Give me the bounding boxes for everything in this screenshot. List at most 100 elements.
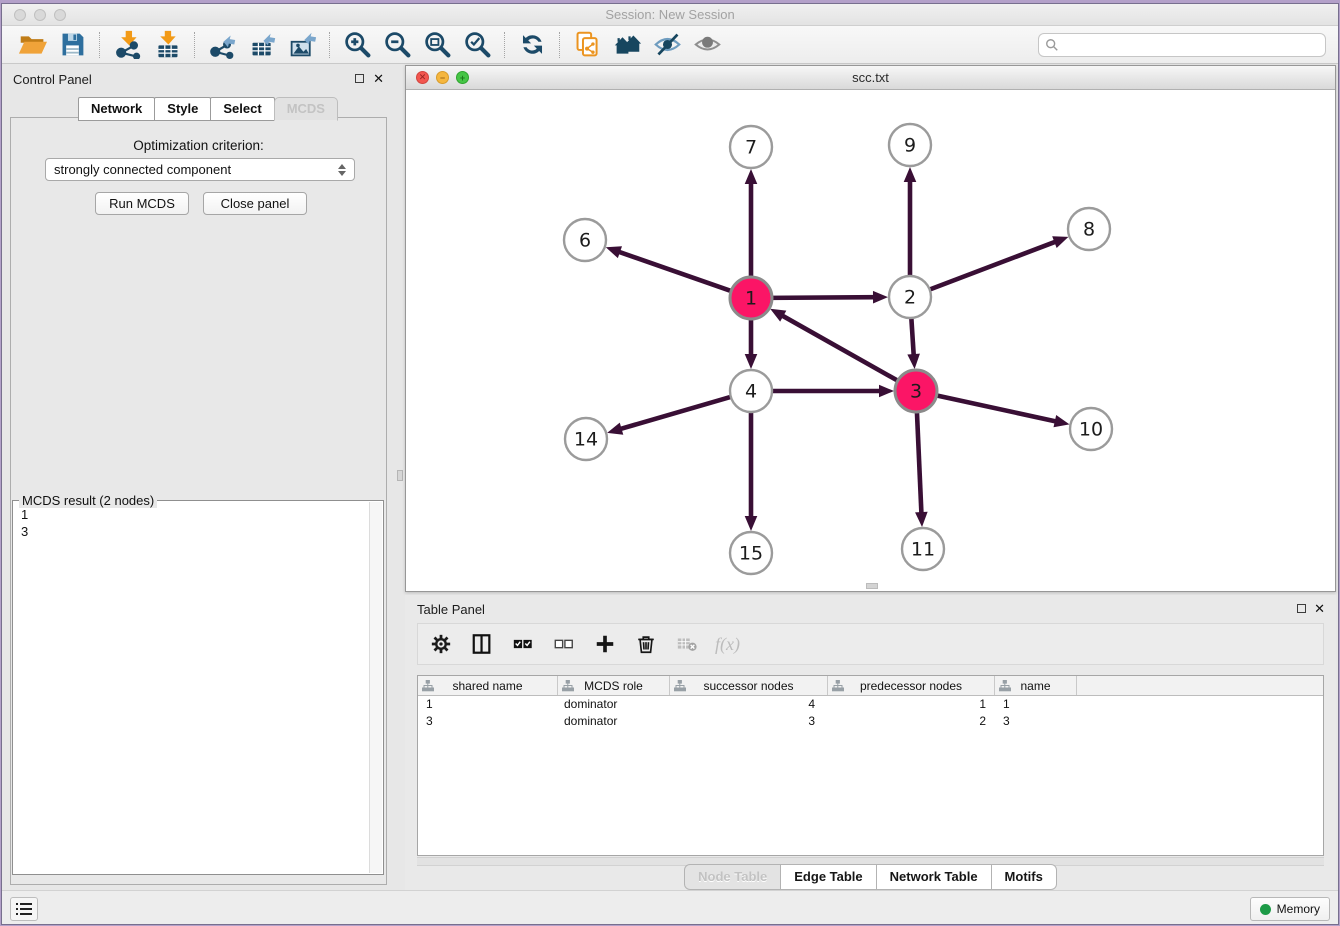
tab-network[interactable]: Network (78, 97, 155, 121)
table-row[interactable]: 3dominator323 (418, 713, 1323, 730)
tab-select[interactable]: Select (210, 97, 274, 121)
network-canvas[interactable]: 7968124314101511 (406, 90, 1335, 591)
delete-row-button[interactable] (633, 631, 659, 657)
zoom-selected-button[interactable] (457, 29, 497, 61)
edge-3-1[interactable] (781, 315, 899, 381)
unselect-all-button[interactable] (551, 631, 577, 657)
result-scrollbar[interactable] (369, 502, 382, 873)
cell-mcds-role[interactable]: dominator (558, 713, 670, 730)
tab-mcds[interactable]: MCDS (274, 97, 338, 121)
cell-successor-nodes[interactable]: 3 (670, 713, 828, 730)
node-label-8: 8 (1083, 219, 1095, 241)
panel-splitter[interactable] (395, 64, 405, 890)
cell-name[interactable]: 1 (995, 696, 1077, 713)
arrowhead-2-8 (1052, 236, 1068, 248)
table-row[interactable]: 1dominator411 (418, 696, 1323, 713)
plus-icon (594, 633, 616, 655)
edge-1-6[interactable] (618, 252, 733, 292)
close-panel-button[interactable]: Close panel (203, 192, 307, 215)
refresh-button[interactable] (512, 29, 552, 61)
edge-1-2[interactable] (770, 297, 875, 298)
column-header-name[interactable]: name (995, 676, 1077, 695)
show-columns-button[interactable] (469, 631, 495, 657)
import-table-button[interactable] (147, 29, 187, 61)
export-image-button[interactable] (282, 29, 322, 61)
zoom-fit-button[interactable] (417, 29, 457, 61)
save-button[interactable] (52, 29, 92, 61)
trash-icon (635, 633, 657, 655)
export-table-button[interactable] (242, 29, 282, 61)
tab-style[interactable]: Style (154, 97, 211, 121)
float-window-icon[interactable] (1297, 604, 1306, 613)
column-header-mcds-role[interactable]: MCDS role (558, 676, 670, 695)
close-icon[interactable]: ✕ (1314, 602, 1325, 615)
memory-status-dot-icon (1260, 904, 1271, 915)
task-history-button[interactable] (10, 897, 38, 921)
toolbar-separator (559, 32, 560, 58)
tab-motifs[interactable]: Motifs (991, 864, 1057, 890)
cell-mcds-role[interactable]: dominator (558, 696, 670, 713)
splitter-grip-icon[interactable] (397, 470, 403, 481)
network-window-titlebar[interactable]: ✕ − + scc.txt (406, 66, 1335, 90)
cell-successor-nodes[interactable]: 4 (670, 696, 828, 713)
column-header-shared-name[interactable]: shared name (418, 676, 558, 695)
open-folder-button[interactable] (12, 29, 52, 61)
show-all-button[interactable] (687, 29, 727, 61)
search-icon (1045, 38, 1059, 52)
edge-4-14[interactable] (620, 396, 733, 429)
zoom-in-icon (343, 30, 372, 59)
zoom-out-button[interactable] (377, 29, 417, 61)
table-panel: Table Panel ✕ f(x) shared nameMCDS roles… (405, 595, 1336, 890)
network-graph: 7968124314101511 (406, 90, 1335, 591)
table-settings-button[interactable] (428, 631, 454, 657)
add-row-button[interactable] (592, 631, 618, 657)
cell-shared-name[interactable]: 3 (418, 713, 558, 730)
search-input[interactable] (1063, 37, 1319, 52)
columns-icon (471, 633, 493, 655)
edge-2-3[interactable] (911, 316, 914, 356)
frame-resize-grip[interactable] (866, 583, 878, 589)
cell-predecessor-nodes[interactable]: 2 (828, 713, 995, 730)
hide-selected-button[interactable] (647, 29, 687, 61)
arrowhead-2-3 (907, 354, 920, 369)
close-icon[interactable]: ✕ (373, 72, 384, 85)
column-header-successor-nodes[interactable]: successor nodes (670, 676, 828, 695)
toolbar-separator (99, 32, 100, 58)
column-header-predecessor-nodes[interactable]: predecessor nodes (828, 676, 995, 695)
tab-edge-table[interactable]: Edge Table (780, 864, 876, 890)
clone-network-icon (573, 30, 602, 59)
criterion-select[interactable]: strongly connected component (45, 158, 355, 181)
memory-label: Memory (1277, 902, 1320, 916)
node-label-1: 1 (745, 288, 757, 310)
optimization-criterion-label: Optimization criterion: (2, 138, 395, 153)
toolbar-separator (504, 32, 505, 58)
cell-predecessor-nodes[interactable]: 1 (828, 696, 995, 713)
column-type-icon (562, 680, 574, 692)
import-network-button[interactable] (107, 29, 147, 61)
zoom-in-button[interactable] (337, 29, 377, 61)
arrowhead-4-15 (745, 516, 758, 531)
node-label-11: 11 (911, 539, 935, 561)
select-all-button[interactable] (510, 631, 536, 657)
tab-node-table[interactable]: Node Table (684, 864, 781, 890)
delete-table-button[interactable] (674, 631, 700, 657)
float-window-icon[interactable] (355, 74, 364, 83)
home-views-button[interactable] (607, 29, 647, 61)
run-mcds-button[interactable]: Run MCDS (95, 192, 189, 215)
clone-network-button[interactable] (567, 29, 607, 61)
cell-name[interactable]: 3 (995, 713, 1077, 730)
memory-button[interactable]: Memory (1250, 897, 1330, 921)
column-type-icon (422, 680, 434, 692)
edge-3-11[interactable] (917, 410, 922, 514)
edge-2-8[interactable] (928, 241, 1057, 290)
network-window: ✕ − + scc.txt 7968124314101511 (405, 65, 1336, 592)
gear-icon (430, 633, 452, 655)
edge-3-10[interactable] (935, 395, 1057, 422)
function-builder-button[interactable]: f(x) (715, 631, 740, 657)
tab-network-table[interactable]: Network Table (876, 864, 992, 890)
import-network-icon (113, 30, 142, 59)
select-stepper-icon (338, 164, 346, 176)
cell-shared-name[interactable]: 1 (418, 696, 558, 713)
export-network-button[interactable] (202, 29, 242, 61)
mcds-result-text[interactable]: 1 3 (13, 501, 369, 874)
